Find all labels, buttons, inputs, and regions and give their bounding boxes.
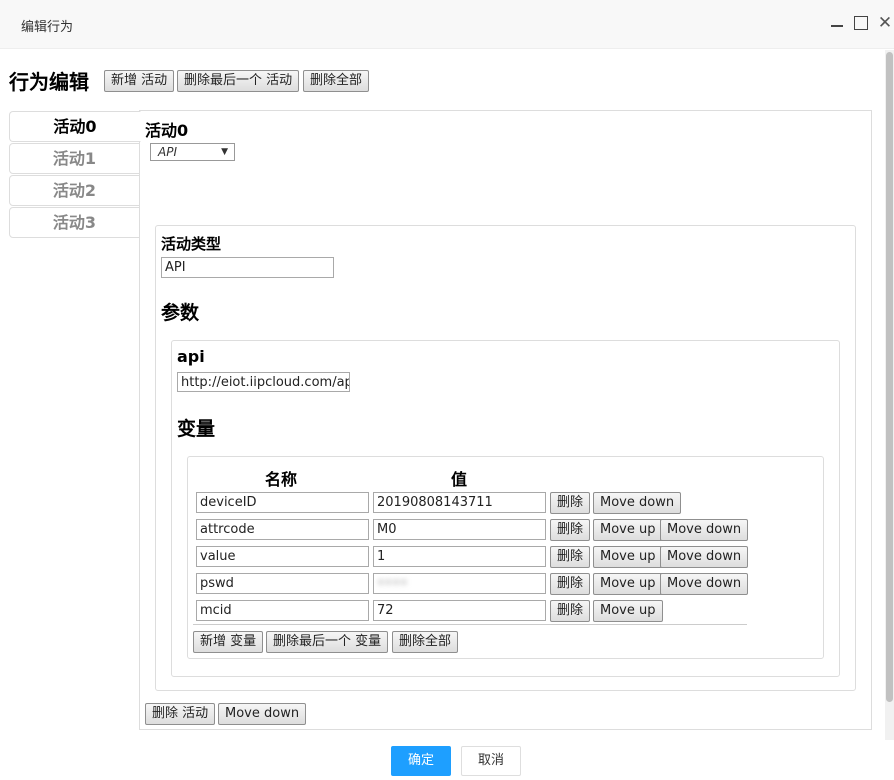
select-value: API: [158, 145, 177, 159]
params-heading: 参数: [161, 302, 200, 324]
confirm-button[interactable]: 确定: [391, 746, 451, 776]
variable-name-field[interactable]: deviceID: [196, 492, 369, 513]
delete-variable-button[interactable]: 删除: [550, 546, 591, 568]
column-header-value: 值: [451, 470, 468, 489]
delete-variable-button[interactable]: 删除: [550, 600, 591, 622]
activity-type-select[interactable]: API ▼: [150, 143, 235, 161]
move-down-activity-button[interactable]: Move down: [218, 703, 307, 725]
dropdown-arrow-icon: ▼: [221, 147, 228, 157]
remove-last-activity-button[interactable]: 删除最后一个 活动: [177, 70, 300, 92]
delete-activity-button[interactable]: 删除 活动: [145, 703, 216, 725]
add-variable-button[interactable]: 新增 变量: [193, 631, 264, 653]
move-up-button[interactable]: Move up: [593, 519, 663, 541]
remove-last-variable-button[interactable]: 删除最后一个 变量: [266, 631, 389, 653]
remove-all-variables-button[interactable]: 删除全部: [392, 631, 459, 653]
move-down-button[interactable]: Move down: [593, 492, 682, 514]
move-down-button[interactable]: Move down: [660, 546, 749, 568]
move-down-button[interactable]: Move down: [660, 519, 749, 541]
page-title: 行为编辑: [9, 70, 89, 94]
delete-variable-button[interactable]: 删除: [550, 492, 591, 514]
variable-value-field[interactable]: 1: [373, 546, 546, 567]
tab-activity-1[interactable]: 活动1: [9, 143, 140, 174]
activity-type-label: 活动类型: [161, 235, 222, 253]
activity-type-field[interactable]: API: [161, 257, 334, 278]
tab-activity-2[interactable]: 活动2: [9, 175, 140, 206]
cancel-button[interactable]: 取消: [461, 746, 521, 776]
delete-variable-button[interactable]: 删除: [550, 573, 591, 595]
masked-value: ••••: [377, 576, 408, 591]
column-header-name: 名称: [265, 470, 298, 489]
maximize-icon[interactable]: [852, 14, 870, 32]
move-up-button[interactable]: Move up: [593, 573, 663, 595]
tab-activity-3[interactable]: 活动3: [9, 207, 140, 238]
move-up-button[interactable]: Move up: [593, 600, 663, 622]
variable-name-field[interactable]: value: [196, 546, 369, 567]
scrollbar-thumb[interactable]: [886, 52, 893, 702]
variable-name-field[interactable]: mcid: [196, 600, 369, 621]
add-activity-button[interactable]: 新增 活动: [104, 70, 175, 92]
divider: [193, 624, 747, 625]
activity-heading: 活动0: [145, 121, 189, 140]
variables-heading: 变量: [177, 418, 216, 440]
move-down-button[interactable]: Move down: [660, 573, 749, 595]
api-url-field[interactable]: http://eiot.iipcloud.com/api/ct: [177, 372, 350, 392]
api-label: api: [177, 347, 205, 366]
dialog-titlebar: [0, 0, 894, 49]
variable-value-field[interactable]: 20190808143711: [373, 492, 546, 513]
variable-value-field[interactable]: 72: [373, 600, 546, 621]
move-up-button[interactable]: Move up: [593, 546, 663, 568]
variable-value-field[interactable]: ••••: [373, 573, 546, 594]
minimize-icon[interactable]: [828, 14, 846, 32]
variable-name-field[interactable]: pswd: [196, 573, 369, 594]
tab-activity-0[interactable]: 活动0: [9, 111, 141, 142]
remove-all-activities-button[interactable]: 删除全部: [303, 70, 370, 92]
close-icon[interactable]: ✕: [876, 14, 894, 32]
variable-name-field[interactable]: attrcode: [196, 519, 369, 540]
variable-value-field[interactable]: M0: [373, 519, 546, 540]
dialog-title: 编辑行为: [21, 20, 74, 35]
delete-variable-button[interactable]: 删除: [550, 519, 591, 541]
